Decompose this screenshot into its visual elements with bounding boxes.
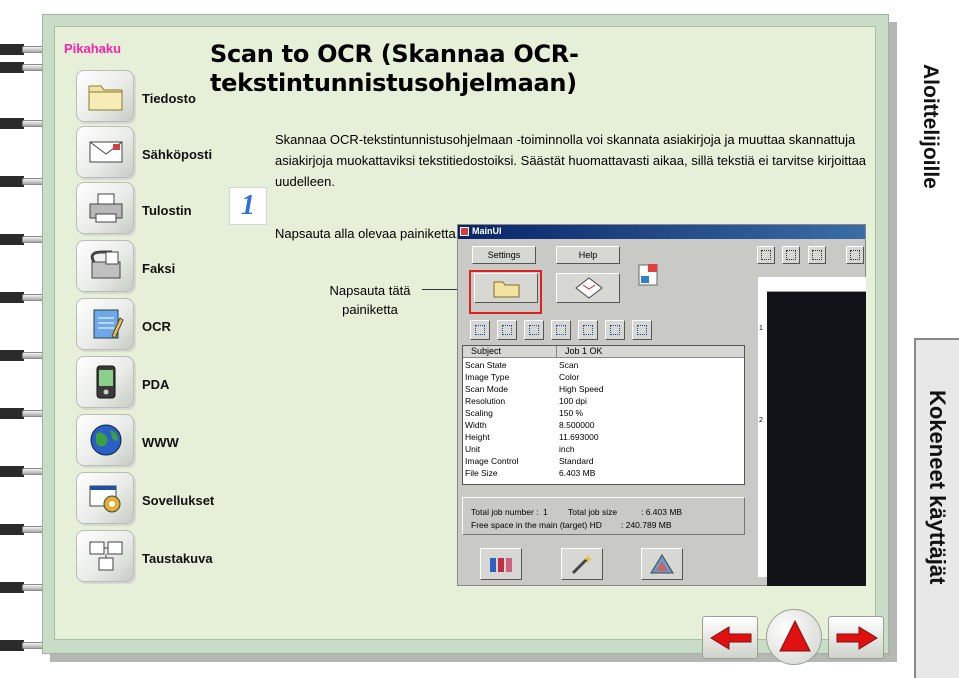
scan-to-file-icon[interactable]: [636, 262, 662, 288]
column-subject: Subject: [471, 346, 502, 356]
table-header: Subject Job 1 OK: [463, 346, 744, 358]
wallpaper-icon: [76, 530, 134, 582]
settings-button[interactable]: Settings: [472, 246, 536, 264]
arrow-up-icon: [779, 619, 811, 652]
triangle-icon: [650, 554, 674, 574]
edit-icon[interactable]: [578, 320, 598, 340]
sidebar-item-pda[interactable]: PDA: [76, 356, 226, 414]
table-row: Scan State Scan: [465, 360, 579, 370]
help-button[interactable]: Help: [556, 246, 620, 264]
rotate-icon[interactable]: [846, 246, 864, 264]
job-summary-panel: Total job number : 1 Total job size : 6.…: [462, 497, 745, 535]
step-number-badge: 1: [229, 187, 267, 225]
magic-wand-button[interactable]: [561, 548, 603, 580]
sidebar-item-label: Tiedosto: [142, 91, 196, 106]
printer-icon: [76, 182, 134, 234]
tab-experienced-users[interactable]: Kokeneet käyttäjät: [914, 338, 959, 678]
mainui-title: MainUI: [472, 226, 502, 236]
sidebar-item-wallpaper[interactable]: Taustakuva: [76, 530, 226, 588]
total-job-size-label: Total job size: [568, 507, 618, 517]
table-row: Image Type Color: [465, 372, 580, 382]
previous-page-button[interactable]: [702, 616, 758, 659]
tab-beginners[interactable]: Aloittelijoille: [900, 32, 959, 258]
total-job-number-label: Total job number :: [471, 507, 539, 517]
scan-to-email-button[interactable]: [556, 273, 620, 303]
free-space-value: : 240.789 MB: [621, 520, 672, 530]
sidebar-item-file[interactable]: Tiedosto: [76, 70, 226, 128]
home-button[interactable]: [766, 609, 822, 665]
vertical-ruler: 1 2: [758, 277, 767, 577]
table-row: File Size 6.403 MB: [465, 468, 596, 478]
sidebar-item-www[interactable]: WWW: [76, 414, 226, 472]
sidebar-item-email[interactable]: Sähköposti: [76, 126, 226, 184]
crop-icon[interactable]: [605, 320, 625, 340]
select-area-icon[interactable]: [757, 246, 775, 264]
table-row: Resolution 100 dpi: [465, 396, 587, 406]
save-icon[interactable]: [551, 320, 571, 340]
quick-search-title: Pikahaku: [64, 41, 122, 56]
total-job-size-value: : 6.403 MB: [641, 507, 683, 517]
sidebar-item-label: OCR: [142, 319, 171, 334]
description-text: Skannaa OCR-tekstintunnistusohjelmaan -t…: [275, 132, 867, 189]
sidebar-item-label: WWW: [142, 435, 179, 450]
zoom-out-icon[interactable]: [808, 246, 826, 264]
select-all-icon[interactable]: [470, 320, 490, 340]
instruction-text: Napsauta alla olevaa painiketta.: [275, 226, 460, 241]
table-row: Scaling 150 %: [465, 408, 584, 418]
sidebar-item-ocr[interactable]: OCR: [76, 298, 226, 356]
sidebar-item-fax[interactable]: Faksi: [76, 240, 226, 298]
table-row: Height 11.693000: [465, 432, 599, 442]
next-page-button[interactable]: [828, 616, 884, 659]
sidebar-item-label: Sovellukset: [142, 493, 215, 508]
table-row: Scan Mode High Speed: [465, 384, 604, 394]
delete-icon[interactable]: [632, 320, 652, 340]
sidebar-item-label: Sähköposti: [142, 147, 213, 162]
table-row: Image Control Standard: [465, 456, 594, 466]
horizontal-ruler: [767, 277, 866, 292]
free-space-label: Free space in the main (target) HD: [471, 520, 602, 530]
folder-icon: [76, 70, 134, 122]
image-view-button[interactable]: [480, 548, 522, 580]
envelope-icon: [76, 126, 134, 178]
total-job-number-value: 1: [543, 507, 548, 517]
column-job: Job 1 OK: [565, 346, 603, 356]
mainui-titlebar: MainUI: [458, 225, 865, 239]
sidebar-item-label: Taustakuva: [142, 551, 213, 566]
table-row: Unit inch: [465, 444, 575, 454]
sidebar-item-label: Tulostin: [142, 203, 192, 218]
window-menu-icon: [460, 227, 469, 236]
color-adjust-button[interactable]: [641, 548, 683, 580]
bar-chart-icon: [490, 558, 512, 572]
magic-wand-icon: [571, 554, 593, 575]
page-title: Scan to OCR (Skannaa OCR-tekstintunnistu…: [210, 40, 579, 97]
scan-preview-area: [767, 292, 866, 586]
sidebar-item-printer[interactable]: Tulostin: [76, 182, 226, 240]
sidebar-item-label: PDA: [142, 377, 170, 392]
notepad-icon: [76, 298, 134, 350]
job-info-table: Subject Job 1 OK Scan State Scan Image Ty…: [462, 345, 745, 485]
copy-icon[interactable]: [497, 320, 517, 340]
arrow-right-icon: [836, 626, 878, 650]
globe-icon: [76, 414, 134, 466]
applications-icon: [76, 472, 134, 524]
tab-beginners-label: Aloittelijoille: [919, 64, 942, 189]
callout-text: Napsauta tätä painiketta: [329, 283, 411, 317]
zoom-in-icon[interactable]: [782, 246, 800, 264]
sidebar-item-applications[interactable]: Sovellukset: [76, 472, 226, 530]
step-number: 1: [241, 190, 255, 221]
highlight-box: [469, 270, 542, 314]
sidebar-item-label: Faksi: [142, 261, 176, 276]
arrow-left-icon: [710, 626, 752, 650]
arrange-icon[interactable]: [524, 320, 544, 340]
table-row: Width 8.500000: [465, 420, 595, 430]
pda-icon: [76, 356, 134, 408]
tab-experienced-label: Kokeneet käyttäjät: [925, 390, 950, 585]
envelope-diamond-icon: [575, 277, 603, 299]
fax-icon: [76, 240, 134, 292]
